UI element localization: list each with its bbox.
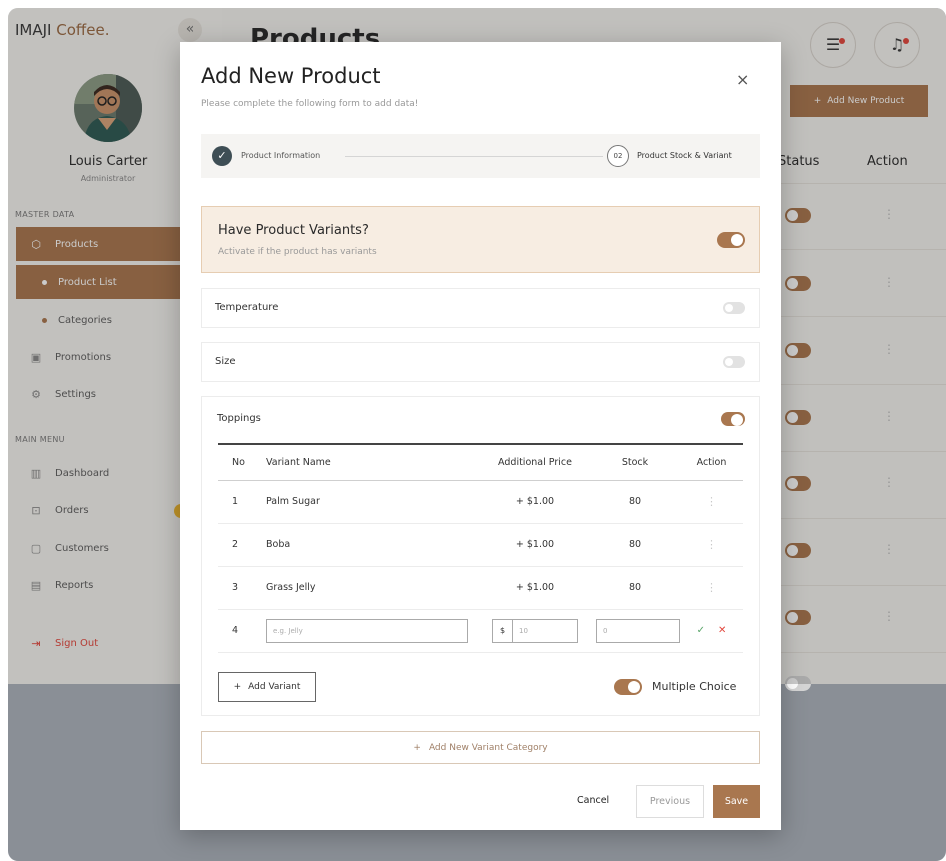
header-action: Action [680,443,743,481]
variant-name: Grass Jelly [264,566,480,610]
price-placeholder: 10 [519,626,528,635]
category-label: Temperature [215,302,279,313]
row-number: 4 [218,609,264,653]
header-additional-price: Additional Price [480,443,590,481]
variant-stock: 80 [590,566,680,610]
multiple-choice-label: Multiple Choice [652,680,737,693]
step-connector [345,156,603,157]
variant-category-toppings: Toppings No Variant Name Additional Pric… [201,396,760,716]
variants-hint: Activate if the product has variants [218,247,377,257]
modal-title: Add New Product [201,64,381,88]
currency-label: $ [493,619,513,642]
variant-price: + $1.00 [480,566,590,610]
variant-category-size: Size [201,342,760,382]
variant-price: + $1.00 [480,523,590,567]
variants-question: Have Product Variants? [218,223,369,238]
save-button[interactable]: Save [713,785,760,818]
previous-button[interactable]: Previous [636,785,704,818]
add-product-modal: Add New Product Please complete the foll… [180,42,781,830]
variant-price: + $1.00 [480,480,590,524]
step-2-number: 02 [607,145,629,167]
row-number: 3 [218,566,264,610]
modal-subtitle: Please complete the following form to ad… [201,99,419,109]
stepper: ✓ Product Information 02 Product Stock &… [201,134,760,178]
has-variants-toggle[interactable] [717,232,745,248]
temperature-toggle[interactable] [723,302,745,314]
table-row: 3 Grass Jelly + $1.00 80 ⋮ [218,566,743,610]
row-menu-icon[interactable]: ⋮ [706,495,717,508]
additional-price-input[interactable]: $ 10 [492,618,578,643]
add-variant-category-button[interactable]: + Add New Variant Category [201,731,760,764]
header-stock: Stock [590,443,680,481]
header-no: No [218,443,264,481]
variant-name-input[interactable]: e.g. Jelly [266,618,468,643]
table-row-new: 4 e.g. Jelly $ 10 0 ✓ ✕ [218,609,743,653]
variant-stock: 80 [590,480,680,524]
plus-icon: + [233,682,242,692]
variants-table: No Variant Name Additional Price Stock A… [218,443,743,653]
multiple-choice-toggle[interactable] [614,679,642,695]
row-menu-icon[interactable]: ⋮ [706,581,717,594]
step-1-label[interactable]: Product Information [241,151,320,160]
cancel-x-icon[interactable]: ✕ [718,625,726,636]
variants-toggle-card: Have Product Variants? Activate if the p… [201,206,760,273]
variant-name: Palm Sugar [264,480,480,524]
confirm-check-icon[interactable]: ✓ [697,625,705,636]
cancel-button[interactable]: Cancel [577,795,609,806]
screen-frame: IMAJI Coffee. « Louis Carter Administrat… [8,8,946,861]
close-icon[interactable]: × [736,70,749,89]
row-menu-icon[interactable]: ⋮ [706,538,717,551]
check-icon: ✓ [212,146,232,166]
table-row: 1 Palm Sugar + $1.00 80 ⋮ [218,480,743,524]
variant-category-temperature: Temperature [201,288,760,328]
step-2-label[interactable]: Product Stock & Variant [637,151,732,160]
row-number: 2 [218,523,264,567]
category-label: Toppings [217,413,261,424]
size-toggle[interactable] [723,356,745,368]
header-variant-name: Variant Name [264,443,480,481]
row-number: 1 [218,480,264,524]
category-label: Size [215,356,236,367]
toppings-toggle[interactable] [721,412,745,426]
add-variant-button[interactable]: + Add Variant [218,672,316,702]
variant-stock: 80 [590,523,680,567]
stock-input[interactable]: 0 [596,618,680,643]
variant-name: Boba [264,523,480,567]
plus-icon: + [413,742,421,753]
table-row: 2 Boba + $1.00 80 ⋮ [218,523,743,567]
